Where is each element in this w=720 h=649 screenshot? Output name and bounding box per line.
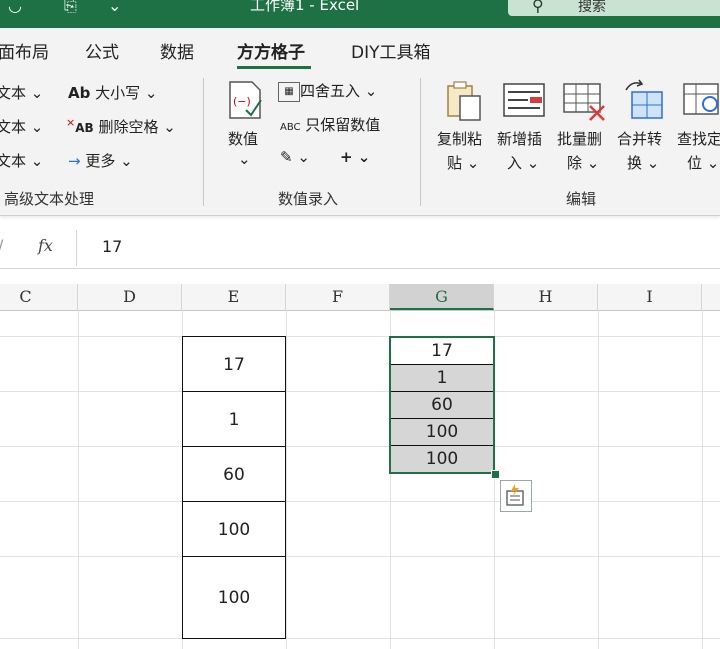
find-locate-button-line2[interactable]: 位 ⌄: [687, 152, 719, 173]
window-title: 工作簿1 - Excel: [250, 0, 360, 14]
plus-icon: +: [340, 148, 353, 166]
grid-line: [0, 391, 720, 392]
grid-line: [0, 446, 720, 447]
fill-handle[interactable]: [491, 470, 500, 479]
grid-line: [702, 310, 703, 649]
search-label: 搜索: [578, 0, 606, 15]
case-icon: Ab: [68, 84, 91, 102]
insert-button-line2[interactable]: 入 ⌄: [507, 152, 539, 173]
tab-formulas[interactable]: 公式: [85, 38, 119, 63]
edit-pen-icon: ✎: [280, 148, 293, 166]
tab-fangfang[interactable]: 方方格子: [237, 38, 305, 63]
value-button[interactable]: 数值: [228, 128, 258, 149]
batch-delete-icon: [562, 78, 606, 122]
column-header-h[interactable]: H: [494, 284, 598, 310]
plus-button[interactable]: + ⌄: [340, 148, 370, 166]
insert-icon: [502, 78, 546, 122]
column-header-g[interactable]: G: [390, 284, 494, 310]
copy-paste-button[interactable]: 复制粘: [437, 128, 482, 149]
keep-value-button[interactable]: ABC 只保留数值: [280, 114, 380, 135]
merge-convert-button[interactable]: 合并转: [617, 128, 662, 149]
merge-convert-icon: [622, 78, 666, 122]
copy-paste-icon: [442, 78, 486, 122]
delete-x-icon: ×: [66, 116, 76, 129]
column-header-d[interactable]: D: [78, 284, 182, 310]
grid-line: [78, 310, 79, 649]
text-menu-2[interactable]: 文本 ⌄: [0, 116, 43, 137]
text-menu-3[interactable]: 文本 ⌄: [0, 150, 43, 171]
grid-line: [0, 556, 720, 557]
merge-convert-button-line2[interactable]: 换 ⌄: [627, 152, 659, 173]
insert-button[interactable]: 新增插: [497, 128, 542, 149]
cell-e-60[interactable]: 60: [182, 446, 286, 502]
formula-input[interactable]: 17: [102, 237, 122, 256]
tab-page-layout[interactable]: 面布局: [0, 38, 49, 63]
cell-e-17[interactable]: 17: [182, 336, 286, 392]
formula-bar: / fx 17: [0, 228, 720, 269]
tab-diy-toolbox[interactable]: DIY工具箱: [351, 38, 431, 63]
batch-delete-button[interactable]: 批量删: [557, 128, 602, 149]
chevron-down-icon[interactable]: ⌄: [108, 0, 121, 15]
column-header-c[interactable]: C: [0, 284, 78, 310]
arrow-right-icon: →: [68, 152, 81, 170]
group-label-advanced-text: 高级文本处理: [4, 190, 95, 208]
grid-line: [0, 501, 720, 502]
find-locate-button[interactable]: 查找定: [677, 128, 720, 149]
name-box-edge: /: [0, 236, 3, 255]
case-button[interactable]: Ab 大小写 ⌄: [68, 82, 158, 103]
keep-value-icon: ABC: [280, 122, 301, 133]
title-bar: ◡ ⎘ ⌄ 工作簿1 - Excel ⚲ 搜索: [0, 0, 720, 28]
quick-access-icon[interactable]: ⎘: [64, 0, 77, 16]
column-headers: C D E F G H I: [0, 284, 720, 311]
formula-divider: [76, 230, 77, 266]
search-icon: ⚲: [532, 0, 544, 15]
grid-line: [0, 336, 720, 337]
grid-line: [598, 310, 599, 649]
edit-pen-button[interactable]: ✎ ⌄: [280, 148, 310, 166]
more-button[interactable]: → 更多 ⌄: [68, 150, 133, 171]
group-label-edit: 编辑: [566, 190, 597, 208]
round-button[interactable]: ▦ 四舍五入 ⌄: [278, 80, 377, 102]
grid-line: [0, 638, 720, 639]
delete-space-icon: AB: [75, 121, 94, 135]
svg-text:(−): (−): [233, 95, 251, 108]
batch-delete-button-line2[interactable]: 除 ⌄: [567, 152, 599, 173]
column-header-f[interactable]: F: [286, 284, 390, 310]
find-locate-icon: [682, 78, 720, 122]
ribbon-tabs: 面布局 公式 数据 方方格子 DIY工具箱: [0, 28, 720, 70]
text-menu-1[interactable]: 文本 ⌄: [0, 82, 43, 103]
flash-fill-icon: [506, 484, 524, 506]
group-divider: [203, 78, 204, 206]
cell-e-100b[interactable]: 100: [182, 556, 286, 639]
cell-e-100a[interactable]: 100: [182, 501, 286, 557]
fx-icon[interactable]: fx: [38, 236, 53, 255]
group-label-number-entry: 数值录入: [278, 190, 339, 208]
value-icon: (−): [226, 80, 264, 120]
tab-data[interactable]: 数据: [160, 38, 194, 63]
flash-fill-options-button[interactable]: [500, 480, 532, 512]
search-box[interactable]: ⚲ 搜索: [508, 0, 720, 16]
cell-e-1[interactable]: 1: [182, 391, 286, 447]
column-header-e[interactable]: E: [182, 284, 286, 310]
delete-space-button[interactable]: ×AB 删除空格 ⌄: [66, 116, 176, 137]
copy-paste-button-line2[interactable]: 贴 ⌄: [447, 152, 479, 173]
active-tab-indicator: [237, 66, 311, 69]
grid-line: [286, 310, 287, 649]
cell-grid[interactable]: [0, 310, 720, 649]
ribbon: 文本 ⌄ 文本 ⌄ 文本 ⌄ Ab 大小写 ⌄ ×AB 删除空格 ⌄ → 更多 …: [0, 70, 720, 216]
column-header-i[interactable]: I: [598, 284, 702, 310]
chevron-down-icon[interactable]: ⌄: [238, 150, 251, 168]
group-divider: [420, 78, 421, 206]
undo-arc-icon[interactable]: ◡: [8, 0, 22, 15]
selection-border: [389, 336, 495, 474]
round-icon: ▦: [278, 81, 300, 102]
